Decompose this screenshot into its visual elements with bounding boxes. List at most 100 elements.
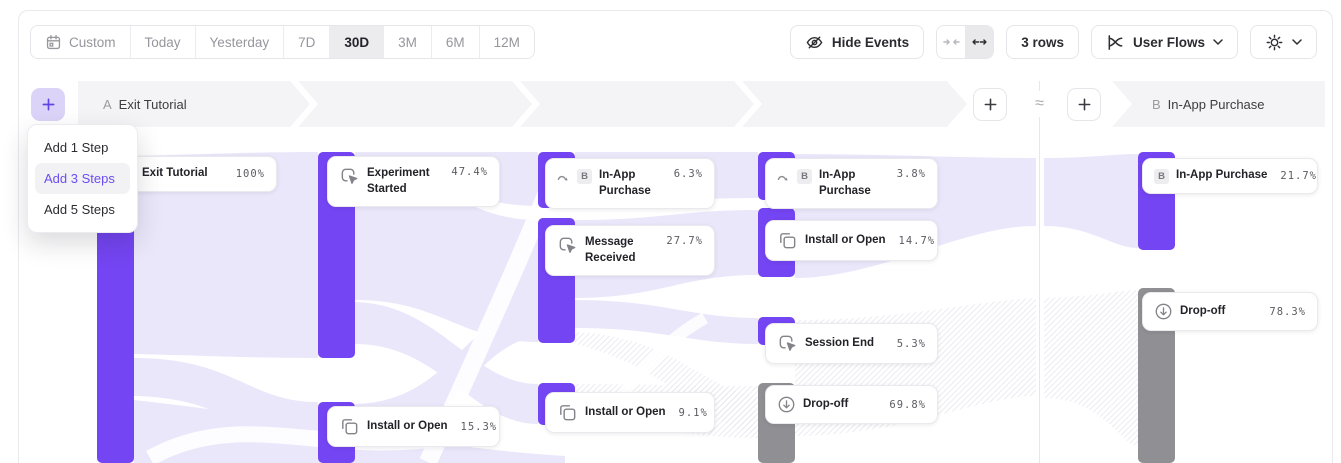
node-in-app-purchase-end[interactable]: B In-App Purchase 21.7% bbox=[1142, 158, 1318, 194]
plus-icon bbox=[1077, 97, 1092, 112]
date-range-label: Today bbox=[145, 35, 181, 50]
node-message-received[interactable]: Message Received 27.7% bbox=[545, 225, 715, 276]
eye-off-icon bbox=[805, 33, 824, 52]
node-drop-off-end[interactable]: Drop-off 78.3% bbox=[1142, 292, 1318, 331]
drop-off-icon bbox=[1154, 302, 1173, 321]
node-value: 21.7% bbox=[1274, 170, 1317, 182]
menu-item-add-3-steps[interactable]: Add 3 Steps bbox=[35, 163, 130, 194]
expand-arrows-icon bbox=[971, 36, 988, 48]
step-b-badge: B bbox=[797, 169, 812, 184]
node-value: 14.7% bbox=[893, 235, 936, 247]
date-range-label: 6M bbox=[446, 35, 465, 50]
toolbar: Custom Today Yesterday 7D 30D 3M 6M 12M … bbox=[30, 25, 1317, 59]
node-label: Install or Open bbox=[585, 405, 666, 421]
node-label: Message Received bbox=[585, 235, 653, 266]
step-b-badge: B bbox=[577, 169, 592, 184]
hide-events-label: Hide Events bbox=[832, 35, 909, 50]
node-session-end[interactable]: Session End 5.3% bbox=[765, 323, 938, 364]
user-flows-canvas: Custom Today Yesterday 7D 30D 3M 6M 12M … bbox=[0, 0, 1341, 463]
step-banner-segment bbox=[520, 81, 754, 127]
node-value: 15.3% bbox=[455, 421, 498, 433]
date-range-7d[interactable]: 7D bbox=[283, 26, 329, 58]
date-range-label: 7D bbox=[298, 35, 315, 50]
add-column-button-left[interactable] bbox=[973, 88, 1007, 121]
date-range-30d[interactable]: 30D bbox=[329, 26, 383, 58]
node-label: In-App Purchase bbox=[599, 168, 661, 199]
node-value: 6.3% bbox=[668, 168, 703, 180]
step-b-letter: B bbox=[1152, 97, 1161, 112]
copy-windows-icon bbox=[339, 416, 360, 437]
approx-symbol: ≈ bbox=[1026, 91, 1053, 117]
calendar-icon bbox=[45, 34, 62, 51]
node-experiment-started[interactable]: Experiment Started 47.4% bbox=[327, 156, 500, 207]
node-label: Install or Open bbox=[805, 233, 886, 249]
node-value: 9.1% bbox=[673, 407, 708, 419]
date-range-custom[interactable]: Custom bbox=[31, 26, 130, 58]
add-step-button-a[interactable] bbox=[31, 88, 65, 121]
menu-item-add-1-step[interactable]: Add 1 Step bbox=[35, 132, 130, 163]
step-b-title: In-App Purchase bbox=[1168, 97, 1265, 112]
menu-item-label: Add 5 Steps bbox=[44, 202, 115, 217]
step-a-header[interactable]: A Exit Tutorial bbox=[103, 81, 187, 127]
node-install-or-open-2[interactable]: Install or Open 9.1% bbox=[545, 392, 715, 433]
node-value: 69.8% bbox=[883, 399, 926, 411]
trend-arrow-icon bbox=[557, 171, 570, 183]
trend-arrow-icon bbox=[777, 171, 790, 183]
node-in-app-purchase-2[interactable]: B In-App Purchase 3.8% bbox=[765, 158, 938, 209]
node-install-or-open-1[interactable]: Install or Open 15.3% bbox=[327, 406, 500, 447]
chevron-down-icon bbox=[1213, 39, 1223, 45]
copy-windows-icon bbox=[777, 230, 798, 251]
add-column-button-right[interactable] bbox=[1067, 88, 1101, 121]
date-range-yesterday[interactable]: Yesterday bbox=[195, 26, 284, 58]
node-label: Drop-off bbox=[1180, 304, 1225, 320]
node-label: Drop-off bbox=[803, 397, 848, 413]
column-width-toggle bbox=[936, 25, 994, 59]
menu-item-add-5-steps[interactable]: Add 5 Steps bbox=[35, 194, 130, 225]
node-install-or-open-3[interactable]: Install or Open 14.7% bbox=[765, 220, 938, 261]
expand-columns-button[interactable] bbox=[965, 26, 993, 58]
hide-events-button[interactable]: Hide Events bbox=[790, 25, 924, 59]
step-b-header[interactable]: B In-App Purchase bbox=[1152, 81, 1265, 127]
node-label: In-App Purchase bbox=[1176, 168, 1267, 184]
date-range-6m[interactable]: 6M bbox=[431, 26, 479, 58]
date-range-label: Custom bbox=[69, 35, 116, 50]
date-range-label: 30D bbox=[344, 35, 369, 50]
drop-off-icon bbox=[777, 395, 796, 414]
view-mode-label: User Flows bbox=[1133, 35, 1205, 50]
toolbar-right: Hide Events 3 rows bbox=[790, 25, 1317, 59]
plus-icon bbox=[41, 97, 56, 112]
add-steps-menu: Add 1 Step Add 3 Steps Add 5 Steps bbox=[27, 124, 138, 233]
step-a-title: Exit Tutorial bbox=[119, 97, 187, 112]
section-divider bbox=[1039, 81, 1040, 463]
node-value: 100% bbox=[230, 168, 265, 180]
copy-windows-icon bbox=[557, 402, 578, 423]
rows-button[interactable]: 3 rows bbox=[1006, 25, 1079, 59]
node-value: 27.7% bbox=[660, 235, 703, 247]
step-b-badge: B bbox=[1154, 169, 1169, 184]
collapse-columns-button[interactable] bbox=[937, 26, 965, 58]
menu-item-label: Add 1 Step bbox=[44, 140, 108, 155]
node-label: In-App Purchase bbox=[819, 168, 881, 199]
chevron-down-icon bbox=[1292, 39, 1302, 45]
settings-button[interactable] bbox=[1250, 25, 1317, 59]
rows-label: 3 rows bbox=[1021, 35, 1064, 50]
node-label: Install or Open bbox=[367, 419, 448, 435]
date-range-label: 12M bbox=[494, 35, 520, 50]
view-mode-button[interactable]: User Flows bbox=[1091, 25, 1238, 59]
cursor-click-icon bbox=[777, 333, 798, 354]
collapse-arrows-icon bbox=[943, 36, 960, 48]
date-range-label: 3M bbox=[398, 35, 417, 50]
node-value: 3.8% bbox=[891, 168, 926, 180]
node-value: 78.3% bbox=[1263, 306, 1306, 318]
step-banner-segment bbox=[742, 81, 967, 127]
date-range-12m[interactable]: 12M bbox=[479, 26, 534, 58]
node-exit-tutorial[interactable]: Exit Tutorial 100% bbox=[130, 156, 277, 192]
node-in-app-purchase-1[interactable]: B In-App Purchase 6.3% bbox=[545, 158, 715, 209]
step-a-letter: A bbox=[103, 97, 112, 112]
date-range-3m[interactable]: 3M bbox=[383, 26, 431, 58]
node-label: Session End bbox=[805, 336, 874, 352]
date-range-picker: Custom Today Yesterday 7D 30D 3M 6M 12M bbox=[30, 25, 535, 59]
node-drop-off-1[interactable]: Drop-off 69.8% bbox=[765, 385, 938, 424]
cursor-click-icon bbox=[339, 166, 360, 187]
date-range-today[interactable]: Today bbox=[130, 26, 195, 58]
